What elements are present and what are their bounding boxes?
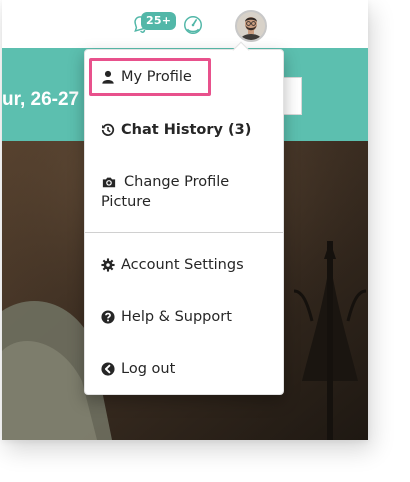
- banner-title: ur, 26-27: [2, 89, 80, 110]
- top-navbar: 25+: [2, 0, 368, 48]
- user-icon: [102, 70, 114, 84]
- menu-item-label-line2: Picture: [101, 194, 151, 210]
- menu-item-label: Log out: [121, 361, 176, 377]
- camera-icon: [102, 177, 116, 188]
- avatar-photo: [237, 12, 265, 40]
- menu-item-help-support[interactable]: Help & Support: [85, 307, 283, 329]
- app-window: 25+ ur, 26-27 My Profile Chat History (3…: [2, 0, 368, 440]
- menu-item-label: Help & Support: [121, 309, 232, 325]
- menu-item-change-profile-picture[interactable]: Change Profile Picture: [85, 172, 283, 214]
- history-icon: [101, 123, 115, 136]
- question-circle-icon: [101, 310, 115, 324]
- menu-item-label: Chat History (3): [121, 122, 252, 138]
- menu-item-account-settings[interactable]: Account Settings: [85, 255, 283, 277]
- menu-item-label: My Profile: [121, 69, 192, 85]
- menu-item-label: Change Profile: [124, 174, 230, 190]
- notification-count-badge[interactable]: 25+: [141, 12, 177, 30]
- gear-icon: [101, 258, 115, 272]
- gauge-icon[interactable]: [182, 14, 204, 36]
- arrow-left-circle-icon: [101, 362, 115, 376]
- menu-divider: [85, 232, 283, 233]
- profile-dropdown-menu: My Profile Chat History (3) Change Profi…: [84, 41, 284, 395]
- avatar[interactable]: [235, 10, 267, 42]
- menu-item-label: Account Settings: [121, 257, 244, 273]
- menu-item-chat-history[interactable]: Chat History (3): [85, 120, 283, 142]
- menu-item-my-profile[interactable]: My Profile: [85, 67, 283, 89]
- menu-item-log-out[interactable]: Log out: [85, 359, 283, 381]
